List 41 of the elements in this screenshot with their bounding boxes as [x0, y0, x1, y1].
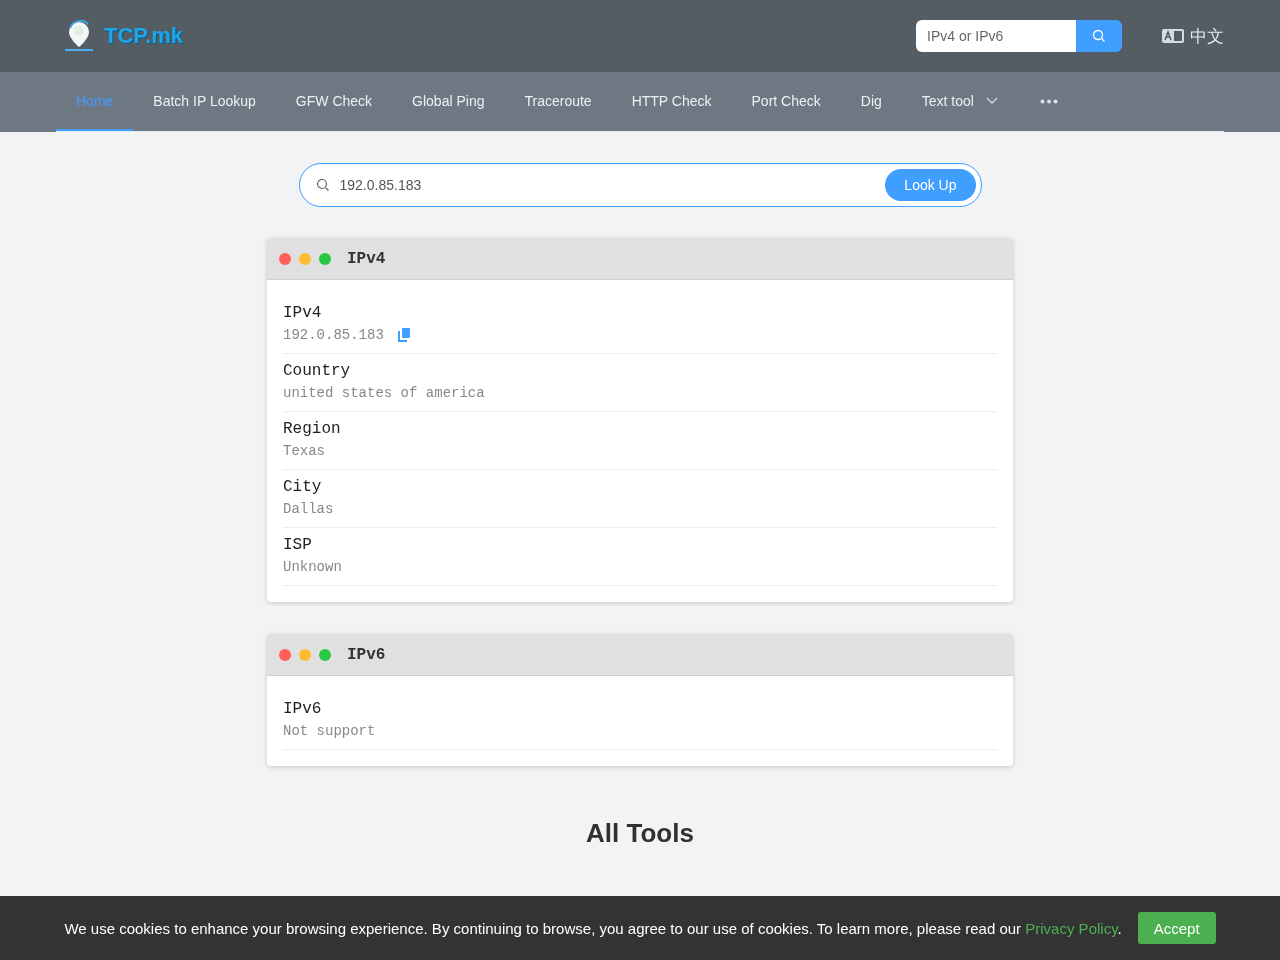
field-label: ISP [283, 535, 313, 556]
logo-text[interactable]: TCP.mk [104, 23, 184, 49]
field-value: united states of america [283, 384, 485, 403]
nav-tab[interactable]: Port Check [731, 72, 841, 131]
window-dots-icon [279, 252, 331, 265]
search-icon [1092, 29, 1106, 43]
field-value: Not support [283, 722, 376, 741]
copy-icon[interactable] [397, 328, 410, 342]
search-icon [315, 178, 330, 192]
field-label: Region [283, 419, 342, 440]
location-pin-logo-icon [62, 19, 96, 53]
field-value: Dallas [283, 500, 334, 519]
accept-button[interactable]: Accept [1137, 912, 1216, 944]
field-value: Unknown [283, 558, 342, 577]
nav-tab[interactable]: GFW Check [275, 72, 393, 131]
translate-icon[interactable] [1162, 29, 1184, 43]
field-value: Texas [283, 442, 325, 461]
card-title: IPv4 [347, 249, 386, 268]
nav-tab[interactable]: Global Ping [392, 72, 505, 131]
field-value: 192.0.85.183 [283, 326, 384, 345]
nav-tab[interactable]: Batch IP Lookup [133, 72, 276, 131]
nav-tab[interactable]: HTTP Check [611, 72, 732, 131]
section-heading: All Tools [586, 818, 694, 849]
language-link[interactable]: 中文 [1190, 24, 1224, 48]
more-icon[interactable] [1039, 99, 1058, 104]
nav-tab[interactable]: Traceroute [504, 72, 612, 131]
ip-lookup-field[interactable]: 192.0.85.183 Look Up [298, 163, 982, 207]
nav-tab[interactable]: Text tool [901, 72, 1018, 131]
search-button[interactable] [1076, 20, 1122, 52]
field-label: City [283, 477, 323, 498]
header-search-field[interactable]: IPv4 or IPv6 [916, 20, 1076, 52]
chevron-down-icon [985, 96, 998, 105]
privacy-policy-link[interactable]: Privacy Policy [1025, 919, 1118, 937]
cookie-notice-text: We use cookies to enhance your browsing experience. By continuing to browse, you agree to our use of cookies. To learn more, please read our Privacy Policy. [64, 919, 1122, 937]
window-dots-icon [279, 648, 331, 661]
field-label: Country [283, 361, 352, 382]
nav-tab[interactable]: Dig [840, 72, 902, 131]
card-title: IPv6 [347, 645, 386, 664]
look-up-button[interactable]: Look Up [885, 169, 976, 201]
field-label: IPv4 [283, 303, 323, 324]
field-label: IPv6 [283, 699, 323, 720]
